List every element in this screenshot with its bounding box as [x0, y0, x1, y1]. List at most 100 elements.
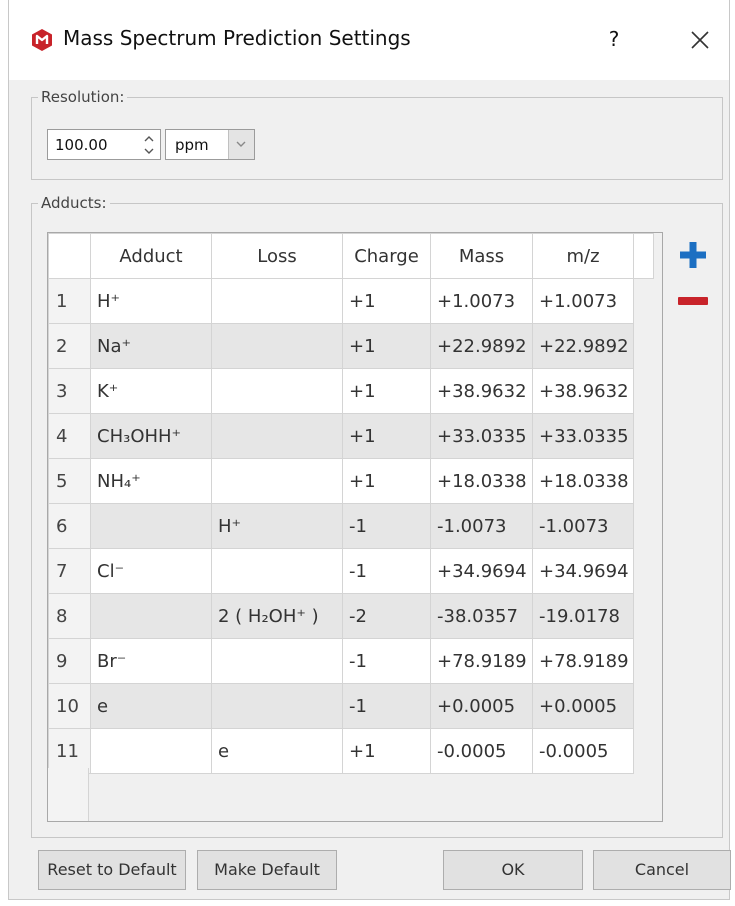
row-number[interactable]: 7 — [48, 548, 91, 594]
column-header-mz[interactable]: m/z — [532, 233, 634, 279]
cell-charge[interactable]: +1 — [342, 458, 431, 504]
row-filler — [633, 413, 654, 459]
cell-mz[interactable]: -1.0073 — [532, 503, 634, 549]
cell-adduct[interactable]: Br⁻ — [90, 638, 212, 684]
cell-adduct[interactable]: Na⁺ — [90, 323, 212, 369]
cell-loss[interactable]: H⁺ — [211, 503, 343, 549]
cell-adduct[interactable]: CH₃OHH⁺ — [90, 413, 212, 459]
cell-adduct[interactable] — [90, 503, 212, 549]
column-header-adduct[interactable]: Adduct — [90, 233, 212, 279]
cell-adduct[interactable]: H⁺ — [90, 278, 212, 324]
cell-charge[interactable]: +1 — [342, 278, 431, 324]
cell-mz[interactable]: +1.0073 — [532, 278, 634, 324]
make-default-button[interactable]: Make Default — [197, 850, 337, 890]
cell-mz[interactable]: +38.9632 — [532, 368, 634, 414]
cell-mz[interactable]: +34.9694 — [532, 548, 634, 594]
help-button[interactable]: ? — [599, 24, 629, 54]
row-number[interactable]: 5 — [48, 458, 91, 504]
column-header-mass[interactable]: Mass — [430, 233, 533, 279]
cell-adduct[interactable]: e — [90, 683, 212, 729]
cell-mass[interactable]: +33.0335 — [430, 413, 533, 459]
plus-icon[interactable] — [674, 236, 712, 274]
reset-to-default-button[interactable]: Reset to Default — [38, 850, 186, 890]
cell-loss[interactable]: e — [211, 728, 343, 774]
cell-mass[interactable]: +0.0005 — [430, 683, 533, 729]
cell-loss[interactable] — [211, 683, 343, 729]
table-row[interactable]: 7 Cl⁻ -1 +34.9694 +34.9694 — [48, 548, 654, 594]
cell-mz[interactable]: +78.9189 — [532, 638, 634, 684]
table-row[interactable]: 6 H⁺ -1 -1.0073 -1.0073 — [48, 503, 654, 549]
cell-mz[interactable]: -0.0005 — [532, 728, 634, 774]
cancel-button[interactable]: Cancel — [593, 850, 731, 890]
close-icon[interactable] — [684, 24, 716, 56]
cell-charge[interactable]: -2 — [342, 593, 431, 639]
cell-charge[interactable]: -1 — [342, 548, 431, 594]
row-number[interactable]: 6 — [48, 503, 91, 549]
cell-mass[interactable]: +22.9892 — [430, 323, 533, 369]
row-number[interactable]: 2 — [48, 323, 91, 369]
table-row[interactable]: 11 e +1 -0.0005 -0.0005 — [48, 728, 654, 774]
row-number[interactable]: 8 — [48, 593, 91, 639]
table-row[interactable]: 1 H⁺ +1 +1.0073 +1.0073 — [48, 278, 654, 324]
cell-mz[interactable]: +33.0335 — [532, 413, 634, 459]
cell-charge[interactable]: -1 — [342, 503, 431, 549]
row-number[interactable]: 11 — [48, 728, 91, 774]
cell-adduct[interactable] — [90, 593, 212, 639]
cell-charge[interactable]: +1 — [342, 368, 431, 414]
resolution-spinbox[interactable]: 100.00 — [47, 129, 161, 160]
cell-loss[interactable] — [211, 638, 343, 684]
row-number[interactable]: 9 — [48, 638, 91, 684]
row-filler — [633, 683, 654, 729]
cell-mass[interactable]: +78.9189 — [430, 638, 533, 684]
corner-cell[interactable] — [48, 233, 91, 279]
cell-adduct[interactable] — [90, 728, 212, 774]
cell-loss[interactable] — [211, 413, 343, 459]
cell-mass[interactable]: +38.9632 — [430, 368, 533, 414]
cell-charge[interactable]: -1 — [342, 638, 431, 684]
cell-mass[interactable]: -38.0357 — [430, 593, 533, 639]
cell-mass[interactable]: -0.0005 — [430, 728, 533, 774]
ok-button[interactable]: OK — [443, 850, 583, 890]
table-row[interactable]: 8 2 ( H₂OH⁺ ) -2 -38.0357 -19.0178 — [48, 593, 654, 639]
table-row[interactable]: 10 e -1 +0.0005 +0.0005 — [48, 683, 654, 729]
minus-icon[interactable] — [674, 284, 712, 318]
cell-loss[interactable] — [211, 458, 343, 504]
table-row[interactable]: 5 NH₄⁺ +1 +18.0338 +18.0338 — [48, 458, 654, 504]
row-number[interactable]: 10 — [48, 683, 91, 729]
unit-select[interactable]: ppm — [165, 129, 255, 160]
cell-charge[interactable]: -1 — [342, 683, 431, 729]
cell-adduct[interactable]: Cl⁻ — [90, 548, 212, 594]
cell-mz[interactable]: +0.0005 — [532, 683, 634, 729]
cell-mass[interactable]: +34.9694 — [430, 548, 533, 594]
cell-mz[interactable]: -19.0178 — [532, 593, 634, 639]
row-number[interactable]: 3 — [48, 368, 91, 414]
cell-mass[interactable]: -1.0073 — [430, 503, 533, 549]
cell-mz[interactable]: +22.9892 — [532, 323, 634, 369]
spin-down-icon[interactable] — [142, 145, 156, 157]
cell-charge[interactable]: +1 — [342, 413, 431, 459]
table-row[interactable]: 2 Na⁺ +1 +22.9892 +22.9892 — [48, 323, 654, 369]
cell-adduct[interactable]: NH₄⁺ — [90, 458, 212, 504]
cell-loss[interactable] — [211, 368, 343, 414]
row-number[interactable]: 4 — [48, 413, 91, 459]
adducts-table[interactable]: Adduct Loss Charge Mass m/z 1 H⁺ +1 +1.0073… — [47, 232, 663, 822]
row-number[interactable]: 1 — [48, 278, 91, 324]
cell-adduct[interactable]: K⁺ — [90, 368, 212, 414]
cell-mass[interactable]: +18.0338 — [430, 458, 533, 504]
cell-charge[interactable]: +1 — [342, 323, 431, 369]
cell-loss[interactable] — [211, 548, 343, 594]
cell-loss[interactable]: 2 ( H₂OH⁺ ) — [211, 593, 343, 639]
cell-loss[interactable] — [211, 278, 343, 324]
table-row[interactable]: 3 K⁺ +1 +38.9632 +38.9632 — [48, 368, 654, 414]
column-header-charge[interactable]: Charge — [342, 233, 431, 279]
cell-mz[interactable]: +18.0338 — [532, 458, 634, 504]
dropdown-arrow[interactable] — [228, 130, 254, 159]
cell-mass[interactable]: +1.0073 — [430, 278, 533, 324]
resolution-value[interactable]: 100.00 — [55, 136, 108, 154]
spin-up-icon[interactable] — [142, 133, 156, 145]
column-header-loss[interactable]: Loss — [211, 233, 343, 279]
table-row[interactable]: 4 CH₃OHH⁺ +1 +33.0335 +33.0335 — [48, 413, 654, 459]
cell-charge[interactable]: +1 — [342, 728, 431, 774]
cell-loss[interactable] — [211, 323, 343, 369]
table-row[interactable]: 9 Br⁻ -1 +78.9189 +78.9189 — [48, 638, 654, 684]
